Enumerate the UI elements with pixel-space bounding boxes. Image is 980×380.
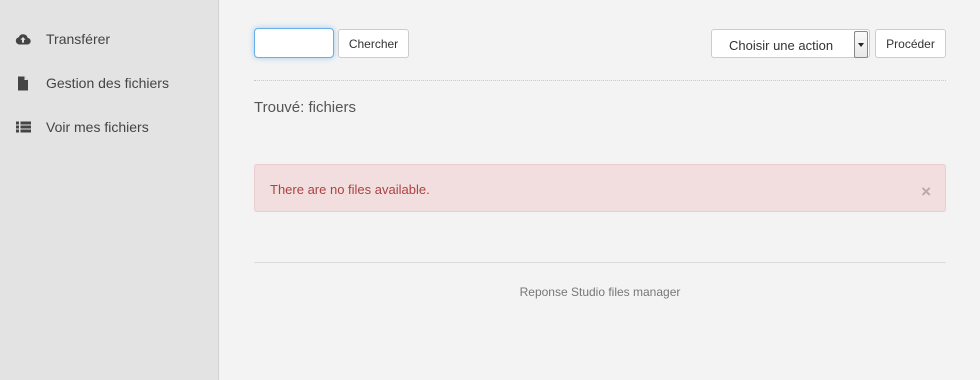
results-title: Trouvé: fichiers <box>254 99 356 116</box>
sidebar: Transférer Gestion des fichiers Voir mes… <box>0 0 219 380</box>
sidebar-item-gestion-des-fichiers[interactable]: Gestion des fichiers <box>0 63 218 103</box>
action-select[interactable]: Choisir une action <box>711 29 870 58</box>
footer-text: Reponse Studio files manager <box>519 285 681 299</box>
sidebar-item-label: Gestion des fichiers <box>46 75 169 91</box>
cloud-upload-icon <box>15 31 31 47</box>
footer-divider <box>254 262 946 263</box>
list-icon <box>15 119 31 135</box>
search-input[interactable] <box>254 28 334 58</box>
sidebar-item-voir-mes-fichiers[interactable]: Voir mes fichiers <box>0 107 218 147</box>
chevron-down-icon <box>854 31 868 58</box>
search-button[interactable]: Chercher <box>338 29 409 58</box>
no-files-alert: There are no files available. × <box>254 164 946 212</box>
sidebar-item-label: Transférer <box>46 31 111 47</box>
alert-message: There are no files available. <box>270 182 430 197</box>
divider <box>254 80 946 81</box>
action-select-value: Choisir une action <box>729 38 834 53</box>
sidebar-item-label: Voir mes fichiers <box>46 119 149 135</box>
sidebar-item-transferer[interactable]: Transférer <box>0 19 218 59</box>
close-icon[interactable]: × <box>921 183 931 200</box>
file-icon <box>15 75 31 91</box>
proceed-button[interactable]: Procéder <box>875 29 946 58</box>
main-content: Chercher Choisir une action Procéder Tro… <box>220 0 980 380</box>
